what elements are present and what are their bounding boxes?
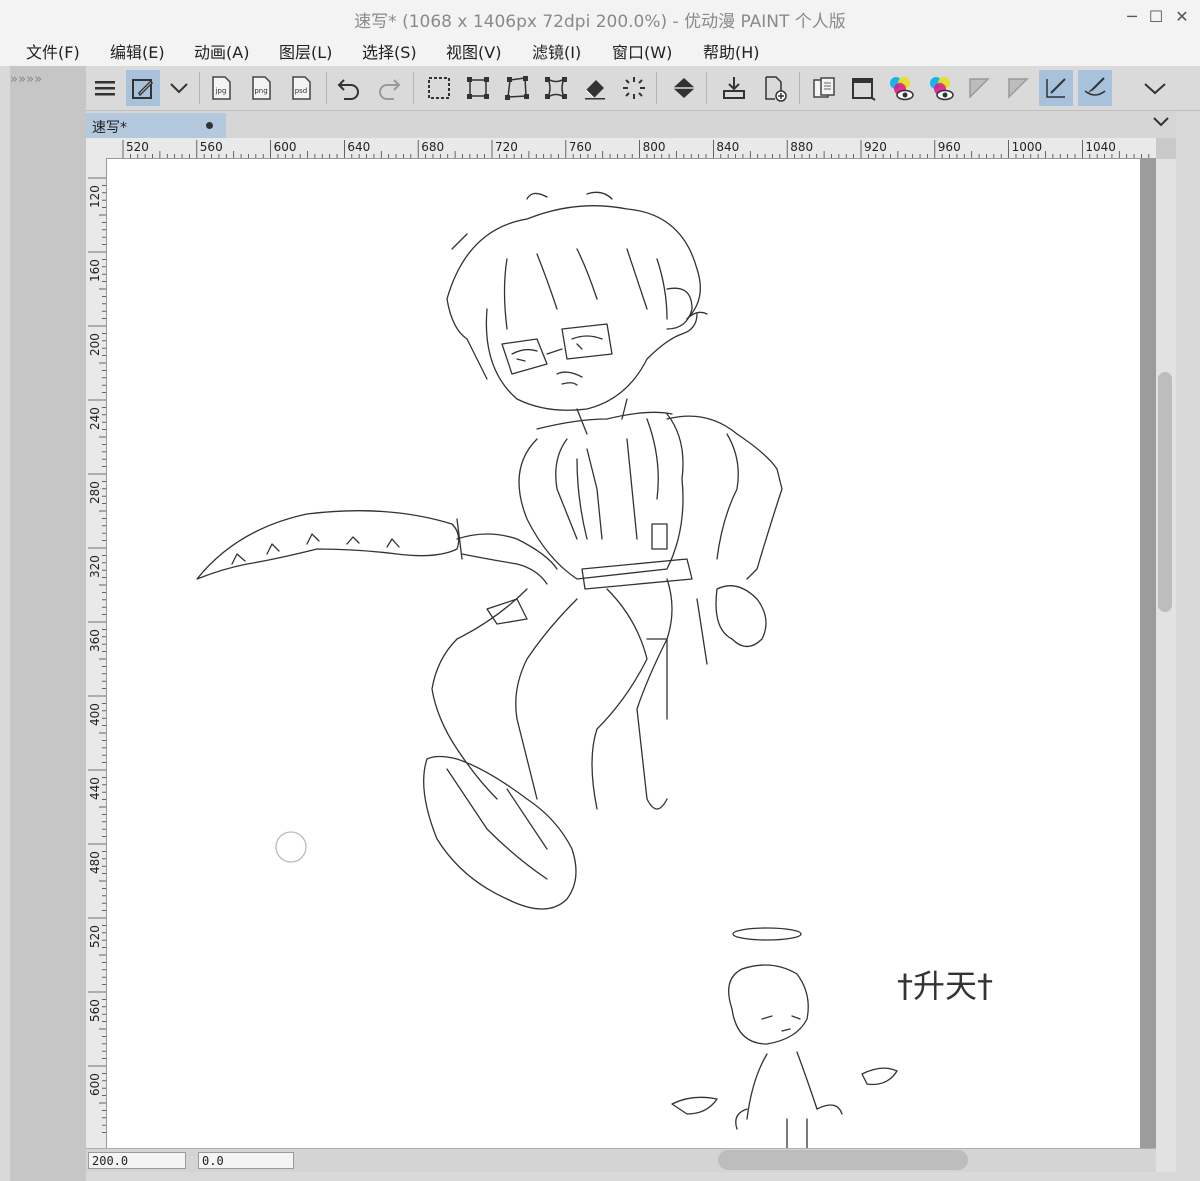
menu-layer[interactable]: 图层(L) bbox=[279, 39, 332, 63]
transform-free-icon[interactable] bbox=[500, 70, 534, 106]
unsaved-dot-icon bbox=[206, 122, 213, 129]
svg-text:psd: psd bbox=[295, 87, 308, 95]
ruler-label: 160 bbox=[88, 259, 102, 282]
zoom-field[interactable]: 200.0 bbox=[88, 1152, 186, 1169]
command-bar: jpg png psd bbox=[86, 66, 1200, 111]
fill-icon[interactable] bbox=[667, 70, 701, 106]
svg-text:png: png bbox=[254, 87, 267, 95]
status-bar: 200.0 0.0 bbox=[86, 1148, 1156, 1173]
ruler-label: 440 bbox=[88, 777, 102, 800]
vertical-scroll-thumb[interactable] bbox=[1158, 372, 1172, 612]
menu-animation[interactable]: 动画(A) bbox=[194, 39, 249, 63]
ruler-label: 560 bbox=[200, 140, 223, 154]
left-edge bbox=[0, 66, 10, 1181]
menu-bar: 文件(F) 编辑(E) 动画(A) 图层(L) 选择(S) 视图(V) 滤镜(I… bbox=[0, 34, 1200, 66]
minimize-button[interactable]: ─ bbox=[1120, 6, 1144, 28]
rotation-value: 0.0 bbox=[202, 1154, 224, 1168]
ruler-label: 640 bbox=[347, 140, 370, 154]
ruler-label: 880 bbox=[790, 140, 813, 154]
reference-icon[interactable] bbox=[807, 70, 841, 106]
vertical-scrollbar[interactable] bbox=[1156, 159, 1176, 1172]
transform-mesh-icon[interactable] bbox=[539, 70, 573, 106]
ruler-label: 1040 bbox=[1085, 140, 1116, 154]
canvas-area[interactable]: †升天† bbox=[107, 159, 1156, 1148]
title-bar: 速写* (1068 x 1406px 72dpi 200.0%) - 优动漫 P… bbox=[0, 0, 1200, 34]
export-png-icon[interactable]: png bbox=[244, 70, 278, 106]
transform-scale-icon[interactable] bbox=[461, 70, 495, 106]
export-psd-icon[interactable]: psd bbox=[284, 70, 318, 106]
tab-list-chevron-icon[interactable] bbox=[1152, 115, 1170, 134]
ruler-label: 480 bbox=[88, 851, 102, 874]
horizontal-scroll-thumb[interactable] bbox=[718, 1150, 968, 1170]
snap-icon[interactable] bbox=[1039, 70, 1073, 106]
deselect-icon[interactable] bbox=[617, 70, 651, 106]
tab-label: 速写* bbox=[92, 120, 127, 136]
ruler-label: 360 bbox=[88, 629, 102, 652]
right-panel-edge bbox=[1176, 111, 1200, 1181]
zoom-value: 200.0 bbox=[92, 1154, 129, 1168]
color-view-2-icon[interactable] bbox=[924, 70, 958, 106]
menu-view[interactable]: 视图(V) bbox=[446, 39, 501, 63]
eraser-icon[interactable] bbox=[578, 70, 612, 106]
ruler-label: 520 bbox=[88, 925, 102, 948]
dock-expand-arrows[interactable]: » » » » bbox=[10, 72, 42, 87]
ruler-label: 280 bbox=[88, 481, 102, 504]
menu-select[interactable]: 选择(S) bbox=[362, 39, 417, 63]
document-tab-bar: 速写* bbox=[86, 111, 1200, 138]
ruler-label: 600 bbox=[274, 140, 297, 154]
doodle-text: †升天† bbox=[897, 967, 993, 1005]
ruler-label: 560 bbox=[88, 999, 102, 1022]
ruler-label: 320 bbox=[88, 555, 102, 578]
chevron-down-icon[interactable] bbox=[162, 70, 196, 106]
ruler-label: 800 bbox=[643, 140, 666, 154]
ruler-label: 840 bbox=[716, 140, 739, 154]
vertical-ruler: 120 160 200 240 280 320 360 400 440 480 520 560 600 bbox=[86, 158, 107, 1148]
menu-window[interactable]: 窗口(W) bbox=[612, 39, 672, 63]
eyedropper-icon[interactable] bbox=[126, 70, 160, 106]
selection-rect-icon[interactable] bbox=[422, 70, 456, 106]
svg-text:jpg: jpg bbox=[215, 87, 227, 95]
tab-sketch[interactable]: 速写* bbox=[86, 113, 226, 138]
window-title: 速写* (1068 x 1406px 72dpi 200.0%) - 优动漫 P… bbox=[354, 12, 846, 32]
redo-icon[interactable] bbox=[372, 70, 406, 106]
close-button[interactable]: ✕ bbox=[1170, 6, 1194, 28]
menu-edit[interactable]: 编辑(E) bbox=[110, 39, 165, 63]
ruler-label: 520 bbox=[126, 140, 149, 154]
ruler-label: 760 bbox=[569, 140, 592, 154]
ruler-label: 600 bbox=[88, 1073, 102, 1096]
color-view-icon[interactable] bbox=[884, 70, 918, 106]
sketch-drawing: †升天† bbox=[196, 191, 993, 1148]
ruler-label: 960 bbox=[938, 140, 961, 154]
window-icon[interactable] bbox=[846, 70, 880, 106]
brush-stabilizer-icon[interactable] bbox=[1078, 70, 1112, 106]
more-chevron-icon[interactable] bbox=[1138, 70, 1172, 106]
horizontal-ruler: 520 560 600 640 680 720 760 800 840 880 920 960 1000… bbox=[86, 138, 1156, 159]
menu-file[interactable]: 文件(F) bbox=[26, 39, 80, 63]
ruler-off-icon[interactable] bbox=[962, 70, 996, 106]
ruler-off-2-icon[interactable] bbox=[1001, 70, 1035, 106]
menu-filter[interactable]: 滤镜(I) bbox=[532, 39, 581, 63]
maximize-button[interactable]: ☐ bbox=[1144, 6, 1168, 28]
export-jpg-icon[interactable]: jpg bbox=[204, 70, 238, 106]
ruler-label: 720 bbox=[495, 140, 518, 154]
ruler-label: 120 bbox=[88, 185, 102, 208]
import-icon[interactable] bbox=[717, 70, 751, 106]
ruler-label: 240 bbox=[88, 407, 102, 430]
bottom-edge bbox=[86, 1172, 1200, 1181]
rotation-field[interactable]: 0.0 bbox=[198, 1152, 294, 1169]
canvas-paper[interactable]: †升天† bbox=[107, 159, 1140, 1148]
menu-icon[interactable] bbox=[88, 70, 122, 106]
new-page-icon[interactable] bbox=[758, 70, 792, 106]
left-dock: » » » » bbox=[0, 66, 86, 1181]
undo-icon[interactable] bbox=[332, 70, 366, 106]
menu-help[interactable]: 帮助(H) bbox=[703, 39, 760, 63]
ruler-label: 400 bbox=[88, 703, 102, 726]
ruler-label: 200 bbox=[88, 333, 102, 356]
ruler-label: 1000 bbox=[1012, 140, 1043, 154]
ruler-label: 680 bbox=[421, 140, 444, 154]
ruler-label: 920 bbox=[864, 140, 887, 154]
